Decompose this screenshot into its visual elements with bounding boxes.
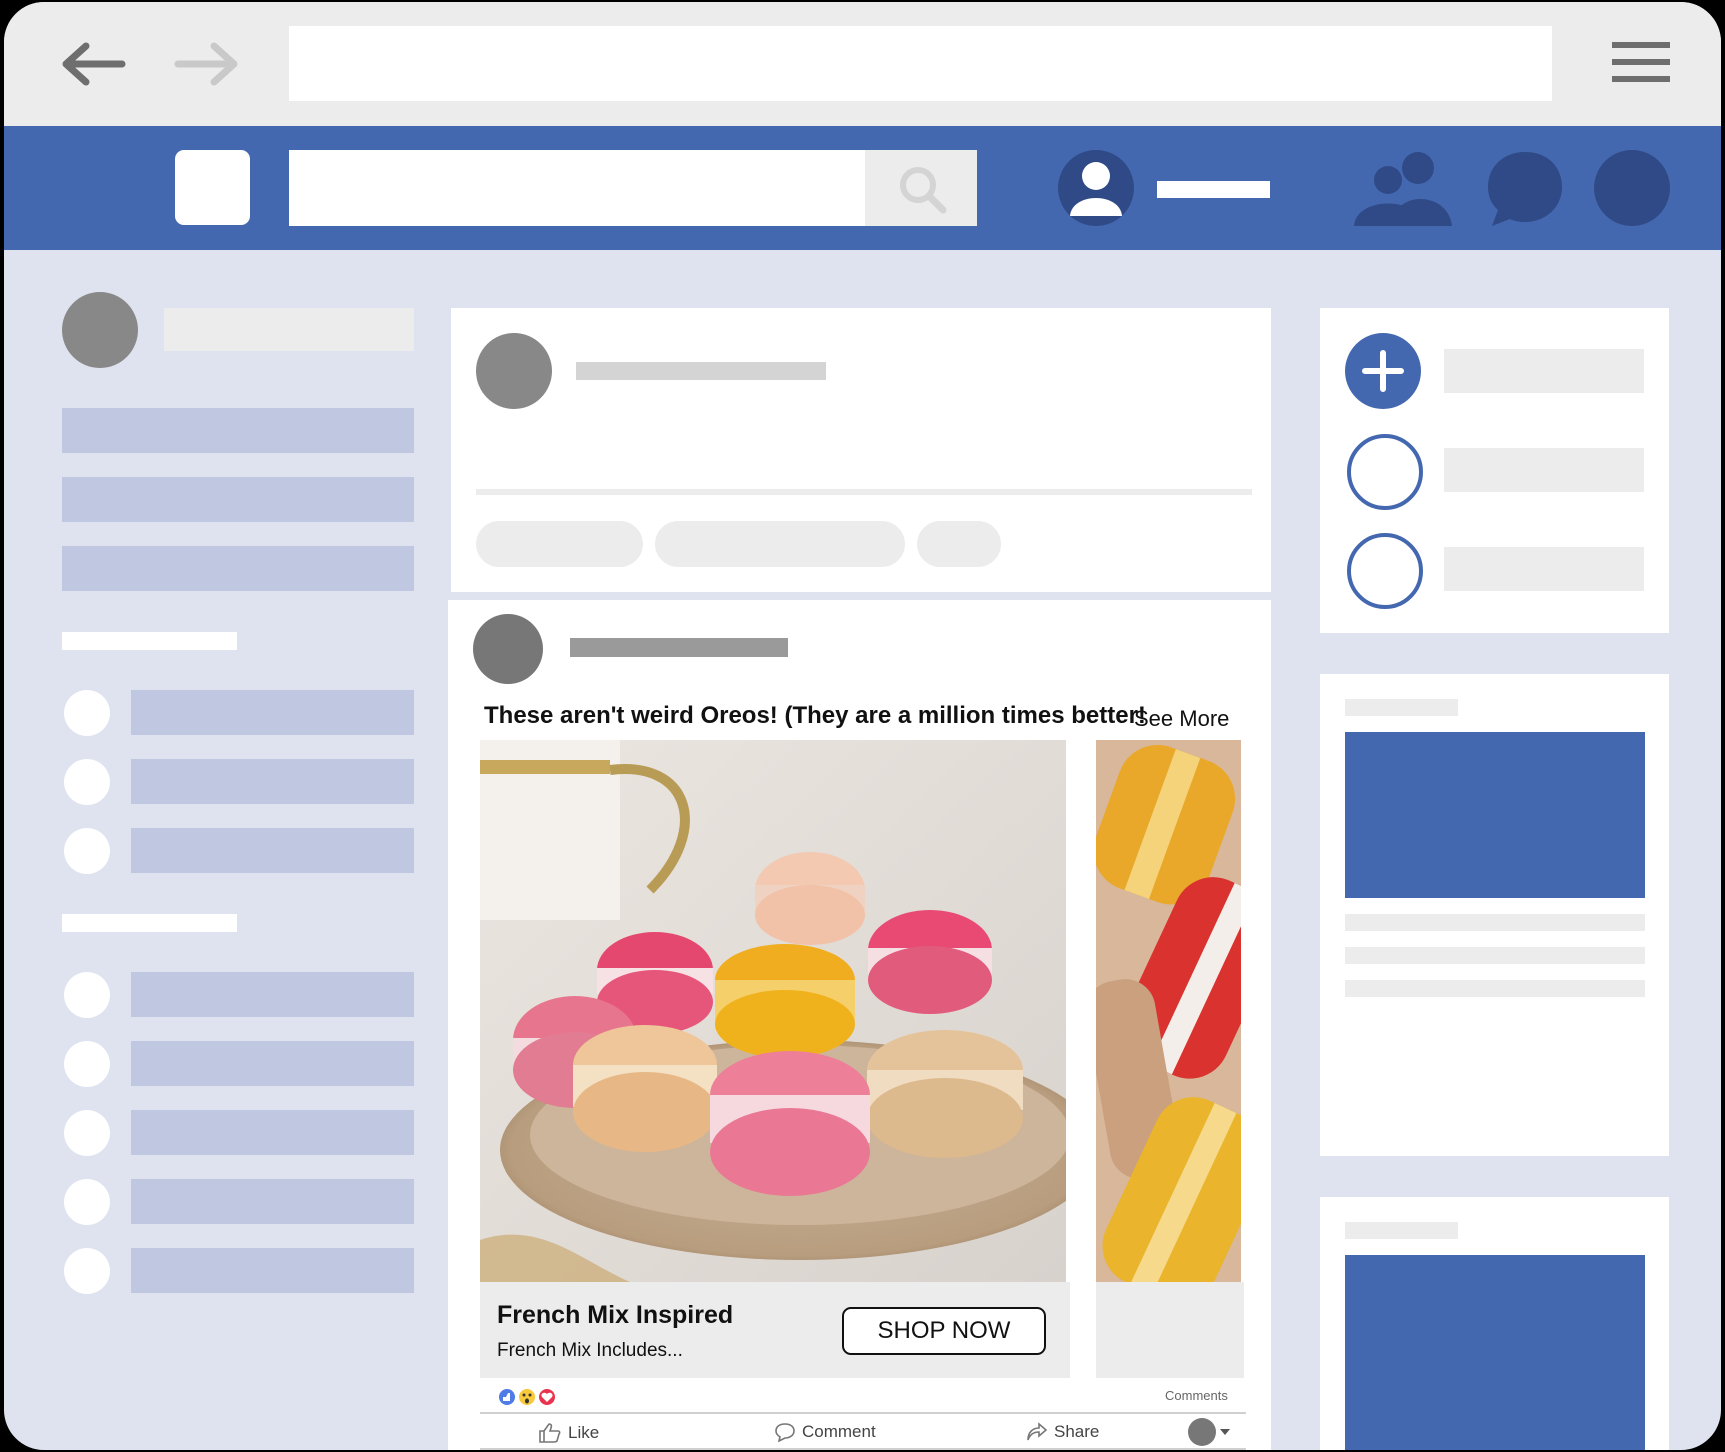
sidebar-section-heading xyxy=(62,632,237,650)
share-arrow-icon xyxy=(1027,1422,1048,1441)
right-card-heading-placeholder xyxy=(1345,699,1458,716)
composer-action-button[interactable] xyxy=(917,521,1001,567)
chevron-down-icon[interactable] xyxy=(1219,1428,1231,1436)
sidebar-shortcut-icon xyxy=(64,759,110,805)
right-card-heading-placeholder xyxy=(1345,1222,1458,1239)
sidebar-item[interactable] xyxy=(62,477,414,522)
comment-bubble-icon xyxy=(775,1423,795,1442)
sidebar-shortcut[interactable] xyxy=(131,1110,414,1155)
sidebar-shortcut[interactable] xyxy=(131,828,414,873)
widget-item-placeholder[interactable] xyxy=(1444,349,1644,393)
app-logo[interactable] xyxy=(175,150,250,225)
sidebar-shortcut-icon xyxy=(64,690,110,736)
search-icon xyxy=(900,167,947,214)
carousel-image-macarons-closeup[interactable] xyxy=(1096,740,1241,1282)
right-card-text-placeholder xyxy=(1345,947,1645,964)
widget-empty-circle-icon[interactable] xyxy=(1347,434,1423,510)
sidebar-section-heading xyxy=(62,914,237,932)
widget-item-placeholder[interactable] xyxy=(1444,448,1644,492)
share-label: Share xyxy=(1054,1422,1100,1441)
carousel-card-caption-2[interactable] xyxy=(1096,1282,1244,1378)
like-button[interactable]: Like xyxy=(538,1422,599,1444)
thumbs-up-icon xyxy=(539,1423,561,1443)
composer-action-button[interactable] xyxy=(655,521,905,567)
messages-icon[interactable] xyxy=(1486,150,1564,228)
post-bottom-divider xyxy=(480,1448,1246,1450)
composer-avatar xyxy=(476,333,552,409)
search-input[interactable] xyxy=(289,150,865,226)
carousel-card-subtitle: French Mix Includes... xyxy=(497,1340,683,1361)
carousel-card-title: French Mix Inspired xyxy=(497,1301,734,1329)
notifications-icon[interactable] xyxy=(1594,150,1670,226)
right-card-image-placeholder[interactable] xyxy=(1345,732,1645,898)
comment-button[interactable]: Comment xyxy=(774,1422,876,1442)
comments-count-label[interactable]: Comments xyxy=(1165,1388,1228,1403)
sidebar-item[interactable] xyxy=(62,408,414,453)
share-button[interactable]: Share xyxy=(1026,1422,1099,1442)
forward-arrow-icon[interactable] xyxy=(174,40,238,88)
sidebar-shortcut-icon xyxy=(64,972,110,1018)
see-more-link[interactable]: See More xyxy=(1134,706,1229,732)
sidebar-shortcut-icon xyxy=(64,1110,110,1156)
widget-item-placeholder[interactable] xyxy=(1444,547,1644,591)
sidebar-shortcut[interactable] xyxy=(131,972,414,1017)
widget-empty-circle-icon[interactable] xyxy=(1347,533,1423,609)
composer-divider xyxy=(476,489,1252,495)
browser-window: These aren't weird Oreos! (They are a mi… xyxy=(4,2,1721,1450)
right-card-image-placeholder[interactable] xyxy=(1345,1255,1645,1450)
right-card-text-placeholder xyxy=(1345,980,1645,997)
address-bar[interactable] xyxy=(289,26,1552,101)
right-card-text-placeholder xyxy=(1345,914,1645,931)
post-as-avatar[interactable] xyxy=(1188,1418,1216,1446)
post-headline: These aren't weird Oreos! (They are a mi… xyxy=(484,702,1146,729)
back-arrow-icon[interactable] xyxy=(62,40,126,88)
composer-action-button[interactable] xyxy=(476,521,643,567)
sidebar-shortcut[interactable] xyxy=(131,1179,414,1224)
shop-now-button[interactable]: SHOP NOW xyxy=(842,1307,1046,1355)
carousel-image-macarons-plate[interactable] xyxy=(480,740,1066,1282)
composer-prompt-placeholder[interactable] xyxy=(576,362,826,380)
like-label: Like xyxy=(568,1423,600,1442)
sidebar-shortcut[interactable] xyxy=(131,1041,414,1086)
reaction-icons[interactable] xyxy=(497,1386,559,1408)
sidebar-shortcut[interactable] xyxy=(131,690,414,735)
sidebar-username-placeholder xyxy=(164,308,414,351)
friends-icon[interactable] xyxy=(1352,150,1456,226)
sidebar-shortcut-icon xyxy=(64,1248,110,1294)
sidebar-avatar[interactable] xyxy=(62,292,138,368)
sidebar-shortcut[interactable] xyxy=(131,759,414,804)
sidebar-shortcut-icon xyxy=(64,1179,110,1225)
add-circle-icon[interactable] xyxy=(1345,333,1421,409)
sidebar-item[interactable] xyxy=(62,546,414,591)
profile-avatar-icon[interactable] xyxy=(1058,150,1134,226)
post-author-name-placeholder[interactable] xyxy=(570,638,788,657)
post-actions-divider xyxy=(480,1412,1246,1414)
post-author-avatar[interactable] xyxy=(473,614,543,684)
profile-name-placeholder xyxy=(1157,181,1270,198)
sidebar-shortcut-icon xyxy=(64,828,110,874)
sidebar-shortcut-icon xyxy=(64,1041,110,1087)
hamburger-menu-icon[interactable] xyxy=(1610,40,1672,86)
comment-label: Comment xyxy=(802,1422,876,1441)
sidebar-shortcut[interactable] xyxy=(131,1248,414,1293)
